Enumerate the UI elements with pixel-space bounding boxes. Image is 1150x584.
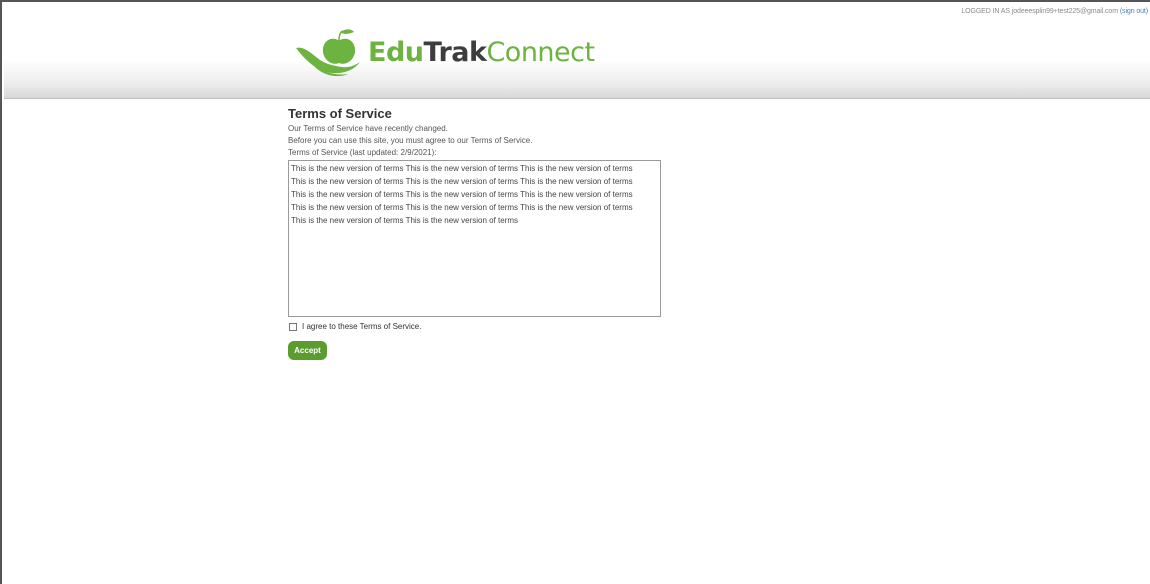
logo-part-trak: Trak xyxy=(423,36,487,68)
login-status: LOGGED IN AS jodeeesplin99+test225@gmail… xyxy=(961,8,1148,15)
agree-row: I agree to these Terms of Service. xyxy=(288,322,888,331)
user-email: jodeeesplin99+test225@gmail.com xyxy=(1011,8,1118,15)
tos-panel: Terms of Service Our Terms of Service ha… xyxy=(288,106,888,360)
terms-textarea[interactable]: This is the new version of terms This is… xyxy=(288,160,661,317)
logo-part-edu: Edu xyxy=(368,36,424,68)
page-frame: LOGGED IN AS jodeeesplin99+test225@gmail… xyxy=(0,0,1150,584)
terms-line: This is the new version of terms This is… xyxy=(291,216,519,225)
edutrak-logo[interactable]: EduTrakConnect xyxy=(294,24,595,80)
terms-line: This is the new version of terms This is… xyxy=(291,177,633,186)
sign-out-link[interactable]: (sign out) xyxy=(1120,8,1148,15)
agree-checkbox[interactable] xyxy=(289,322,297,331)
apple-in-hand-icon xyxy=(296,29,360,77)
terms-line: This is the new version of terms This is… xyxy=(291,203,633,212)
login-prefix: LOGGED IN AS xyxy=(961,8,1010,15)
terms-line: This is the new version of terms This is… xyxy=(291,164,633,173)
page-title: Terms of Service xyxy=(288,106,392,121)
tos-notice: Our Terms of Service have recently chang… xyxy=(288,124,448,133)
tos-instruction: Before you can use this site, you must a… xyxy=(288,136,533,145)
logo-part-connect: Connect xyxy=(486,36,595,68)
tos-updated-label: Terms of Service (last updated: 2/9/2021… xyxy=(288,148,437,157)
logo-wordmark: EduTrakConnect xyxy=(368,39,595,66)
site-header: LOGGED IN AS jodeeesplin99+test225@gmail… xyxy=(4,4,1150,99)
accept-button[interactable]: Accept xyxy=(288,341,327,360)
terms-line: This is the new version of terms This is… xyxy=(291,190,633,199)
agree-label: I agree to these Terms of Service. xyxy=(302,322,422,331)
